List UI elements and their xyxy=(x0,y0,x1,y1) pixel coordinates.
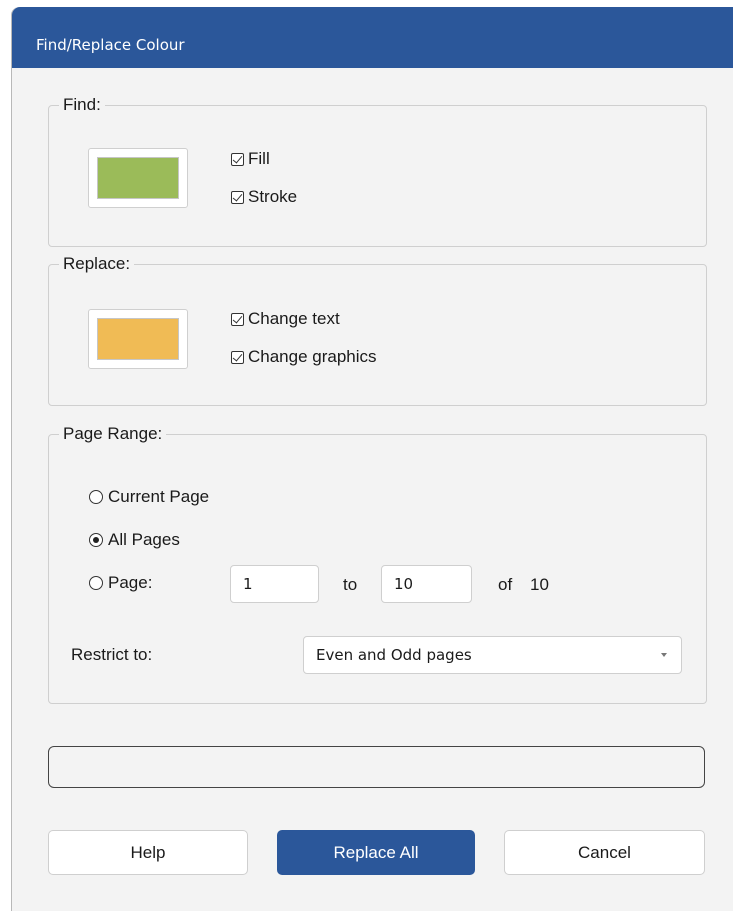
replace-colour-swatch[interactable] xyxy=(88,309,188,369)
find-legend: Find: xyxy=(63,95,101,114)
change-graphics-check-icon xyxy=(231,350,244,364)
change-text-label: Change text xyxy=(248,309,340,328)
page-range-legend: Page Range: xyxy=(63,424,163,443)
cancel-button[interactable]: Cancel xyxy=(504,830,705,875)
help-button[interactable]: Help xyxy=(48,830,248,875)
page-range-group: Page Range: Current Page All Pages Page:… xyxy=(48,424,707,704)
title-bar[interactable]: Find/Replace Colour xyxy=(12,7,733,68)
current-page-label: Current Page xyxy=(108,487,210,506)
page-from-input[interactable]: 1 xyxy=(230,565,319,603)
restrict-to-select[interactable]: Even and Odd pages xyxy=(303,636,682,674)
total-pages-value: 10 xyxy=(530,575,549,594)
change-text-checkbox[interactable]: Change text xyxy=(231,309,340,329)
restrict-to-value: Even and Odd pages xyxy=(316,646,472,664)
page-to-input[interactable]: 10 xyxy=(381,565,472,603)
current-page-radio-icon xyxy=(89,490,103,504)
replace-legend: Replace: xyxy=(63,254,131,273)
fill-label: Fill xyxy=(248,149,270,168)
replace-all-button[interactable]: Replace All xyxy=(277,830,475,875)
stroke-check-icon xyxy=(231,190,244,204)
page-label: Page: xyxy=(108,573,153,592)
page-radio-icon xyxy=(89,576,103,590)
to-label: to xyxy=(343,575,358,594)
find-colour-fill xyxy=(97,157,179,199)
all-pages-radio[interactable]: All Pages xyxy=(89,530,180,550)
fill-checkbox[interactable]: Fill xyxy=(231,149,270,169)
change-text-check-icon xyxy=(231,312,244,326)
current-page-radio[interactable]: Current Page xyxy=(89,487,209,507)
fill-check-icon xyxy=(231,152,244,166)
change-graphics-checkbox[interactable]: Change graphics xyxy=(231,347,377,367)
find-group: Find: Fill Stroke xyxy=(48,95,707,247)
replace-group: Replace: Change text Change graphics xyxy=(48,254,707,406)
all-pages-radio-icon xyxy=(89,533,103,547)
find-colour-swatch[interactable] xyxy=(88,148,188,208)
replace-colour-fill xyxy=(97,318,179,360)
stroke-checkbox[interactable]: Stroke xyxy=(231,187,297,207)
page-radio[interactable]: Page: xyxy=(89,573,152,593)
stroke-label: Stroke xyxy=(248,187,298,206)
restrict-to-label: Restrict to: xyxy=(71,645,153,664)
find-replace-dialog: Find/Replace Colour Find: Fill Stroke Re… xyxy=(11,7,733,911)
all-pages-label: All Pages xyxy=(108,530,180,549)
of-label: of xyxy=(498,575,513,594)
dialog-title: Find/Replace Colour xyxy=(36,36,185,54)
change-graphics-label: Change graphics xyxy=(248,347,377,366)
chevron-down-icon xyxy=(661,653,667,657)
progress-bar xyxy=(48,746,705,788)
